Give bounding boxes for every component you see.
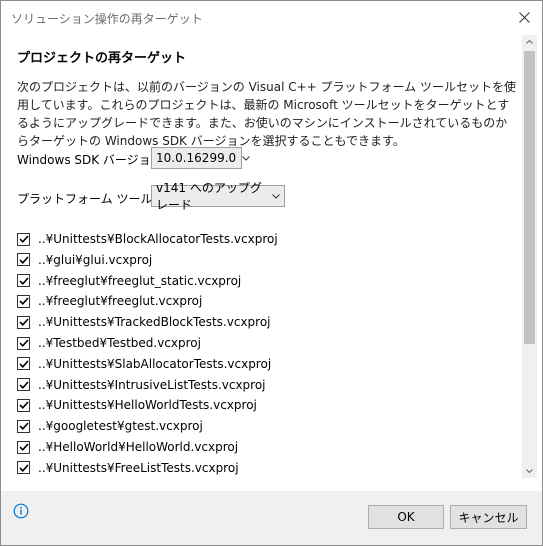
project-path-label: ..¥Unittests¥IntrusiveListTests.vcxproj [38, 377, 266, 392]
project-list-item[interactable]: ..¥freeglut¥freeglut.vcxproj [17, 291, 202, 311]
title-bar: ソリューション操作の再ターゲット [1, 1, 542, 35]
scroll-thumb[interactable] [524, 51, 535, 344]
close-icon [518, 11, 530, 23]
project-checkbox[interactable] [17, 253, 30, 267]
project-list-item[interactable]: ..¥Unittests¥IntrusiveListTests.vcxproj [17, 375, 266, 395]
toolset-value: v141 へのアップグレード [156, 181, 262, 212]
vertical-scrollbar[interactable] [522, 35, 537, 478]
checkmark-icon [18, 464, 29, 472]
project-list-item[interactable]: ..¥HelloWorld¥HelloWorld.vcxproj [17, 437, 238, 457]
scroll-down-button[interactable] [522, 464, 537, 478]
cancel-button[interactable]: キャンセル [450, 505, 527, 529]
ok-button[interactable]: OK [368, 505, 444, 529]
sdk-version-value: 10.0.16299.0 [156, 151, 237, 165]
info-icon[interactable] [13, 503, 29, 523]
checkmark-icon [18, 256, 29, 264]
project-list-item[interactable]: ..¥Testbed¥Testbed.vcxproj [17, 333, 201, 353]
project-list-item[interactable]: ..¥Unittests¥HelloWorldTests.vcxproj [17, 395, 257, 415]
project-list-item[interactable]: ..¥glui¥glui.vcxproj [17, 250, 152, 270]
project-path-label: ..¥Unittests¥HelloWorldTests.vcxproj [38, 398, 257, 413]
project-checkbox[interactable] [17, 461, 30, 475]
project-path-label: ..¥Unittests¥FreeListTests.vcxproj [38, 460, 239, 475]
checkmark-icon [18, 422, 29, 431]
chevron-down-icon [272, 193, 280, 199]
checkmark-icon [18, 297, 29, 306]
description-text: 次のプロジェクトは、以前のバージョンの Visual C++ プラットフォーム … [17, 80, 516, 148]
checkmark-icon [18, 401, 29, 410]
checkmark-icon [18, 277, 29, 285]
project-path-label: ..¥HelloWorld¥HelloWorld.vcxproj [38, 440, 239, 454]
project-path-label: ..¥Unittests¥SlabAllocatorTests.vcxproj [38, 356, 272, 371]
project-list-item[interactable]: ..¥freeglut¥freeglut_static.vcxproj [17, 271, 241, 291]
project-path-label: ..¥Testbed¥Testbed.vcxproj [38, 336, 201, 350]
project-checkbox[interactable] [17, 440, 30, 454]
project-checkbox[interactable] [17, 232, 30, 246]
close-button[interactable] [512, 5, 536, 29]
project-checkbox[interactable] [17, 419, 30, 433]
checkmark-icon [18, 443, 29, 451]
project-path-label: ..¥googletest¥gtest.vcxproj [38, 419, 203, 434]
project-checkbox[interactable] [17, 336, 30, 350]
project-path-label: ..¥Unittests¥TrackedBlockTests.vcxproj [38, 315, 271, 330]
checkmark-icon [18, 318, 29, 327]
scroll-up-button[interactable] [522, 35, 537, 49]
project-list: ..¥Unittests¥BlockAllocatorTests.vcxproj… [1, 227, 517, 477]
retarget-dialog: ソリューション操作の再ターゲット プロジェクトの再ターゲット 次のプロジェクトは… [0, 0, 543, 546]
project-checkbox[interactable] [17, 378, 30, 392]
project-list-item[interactable]: ..¥Unittests¥TrackedBlockTests.vcxproj [17, 312, 271, 332]
sdk-version-select[interactable]: 10.0.16299.0 [151, 147, 251, 169]
project-checkbox[interactable] [17, 398, 30, 412]
toolset-select[interactable]: v141 へのアップグレード [151, 181, 285, 212]
project-path-label: ..¥freeglut¥freeglut_static.vcxproj [38, 273, 242, 288]
project-checkbox[interactable] [17, 357, 30, 371]
project-path-label: ..¥Unittests¥BlockAllocatorTests.vcxproj [38, 232, 278, 246]
checkmark-icon [18, 381, 29, 389]
project-list-item[interactable]: ..¥Unittests¥FreeListTests.vcxproj [17, 458, 239, 477]
project-checkbox[interactable] [17, 294, 30, 308]
project-path-label: ..¥glui¥glui.vcxproj [38, 252, 153, 267]
project-checkbox[interactable] [17, 315, 30, 329]
chevron-down-icon [242, 155, 251, 161]
project-path-label: ..¥freeglut¥freeglut.vcxproj [38, 294, 203, 309]
chevron-down-icon [526, 469, 533, 473]
checkmark-icon [18, 339, 29, 347]
checkmark-icon [18, 235, 29, 243]
section-heading: プロジェクトの再ターゲット [17, 51, 187, 66]
project-list-item[interactable]: ..¥Unittests¥BlockAllocatorTests.vcxproj [17, 229, 278, 249]
window-title: ソリューション操作の再ターゲット [11, 12, 203, 26]
sdk-version-label: Windows SDK バージョン: [17, 153, 167, 167]
project-list-item[interactable]: ..¥Unittests¥SlabAllocatorTests.vcxproj [17, 354, 271, 374]
project-checkbox[interactable] [17, 274, 30, 288]
chevron-up-icon [526, 40, 533, 44]
project-list-item[interactable]: ..¥googletest¥gtest.vcxproj [17, 416, 203, 436]
checkmark-icon [18, 360, 29, 368]
dialog-footer: OK キャンセル [1, 491, 542, 545]
